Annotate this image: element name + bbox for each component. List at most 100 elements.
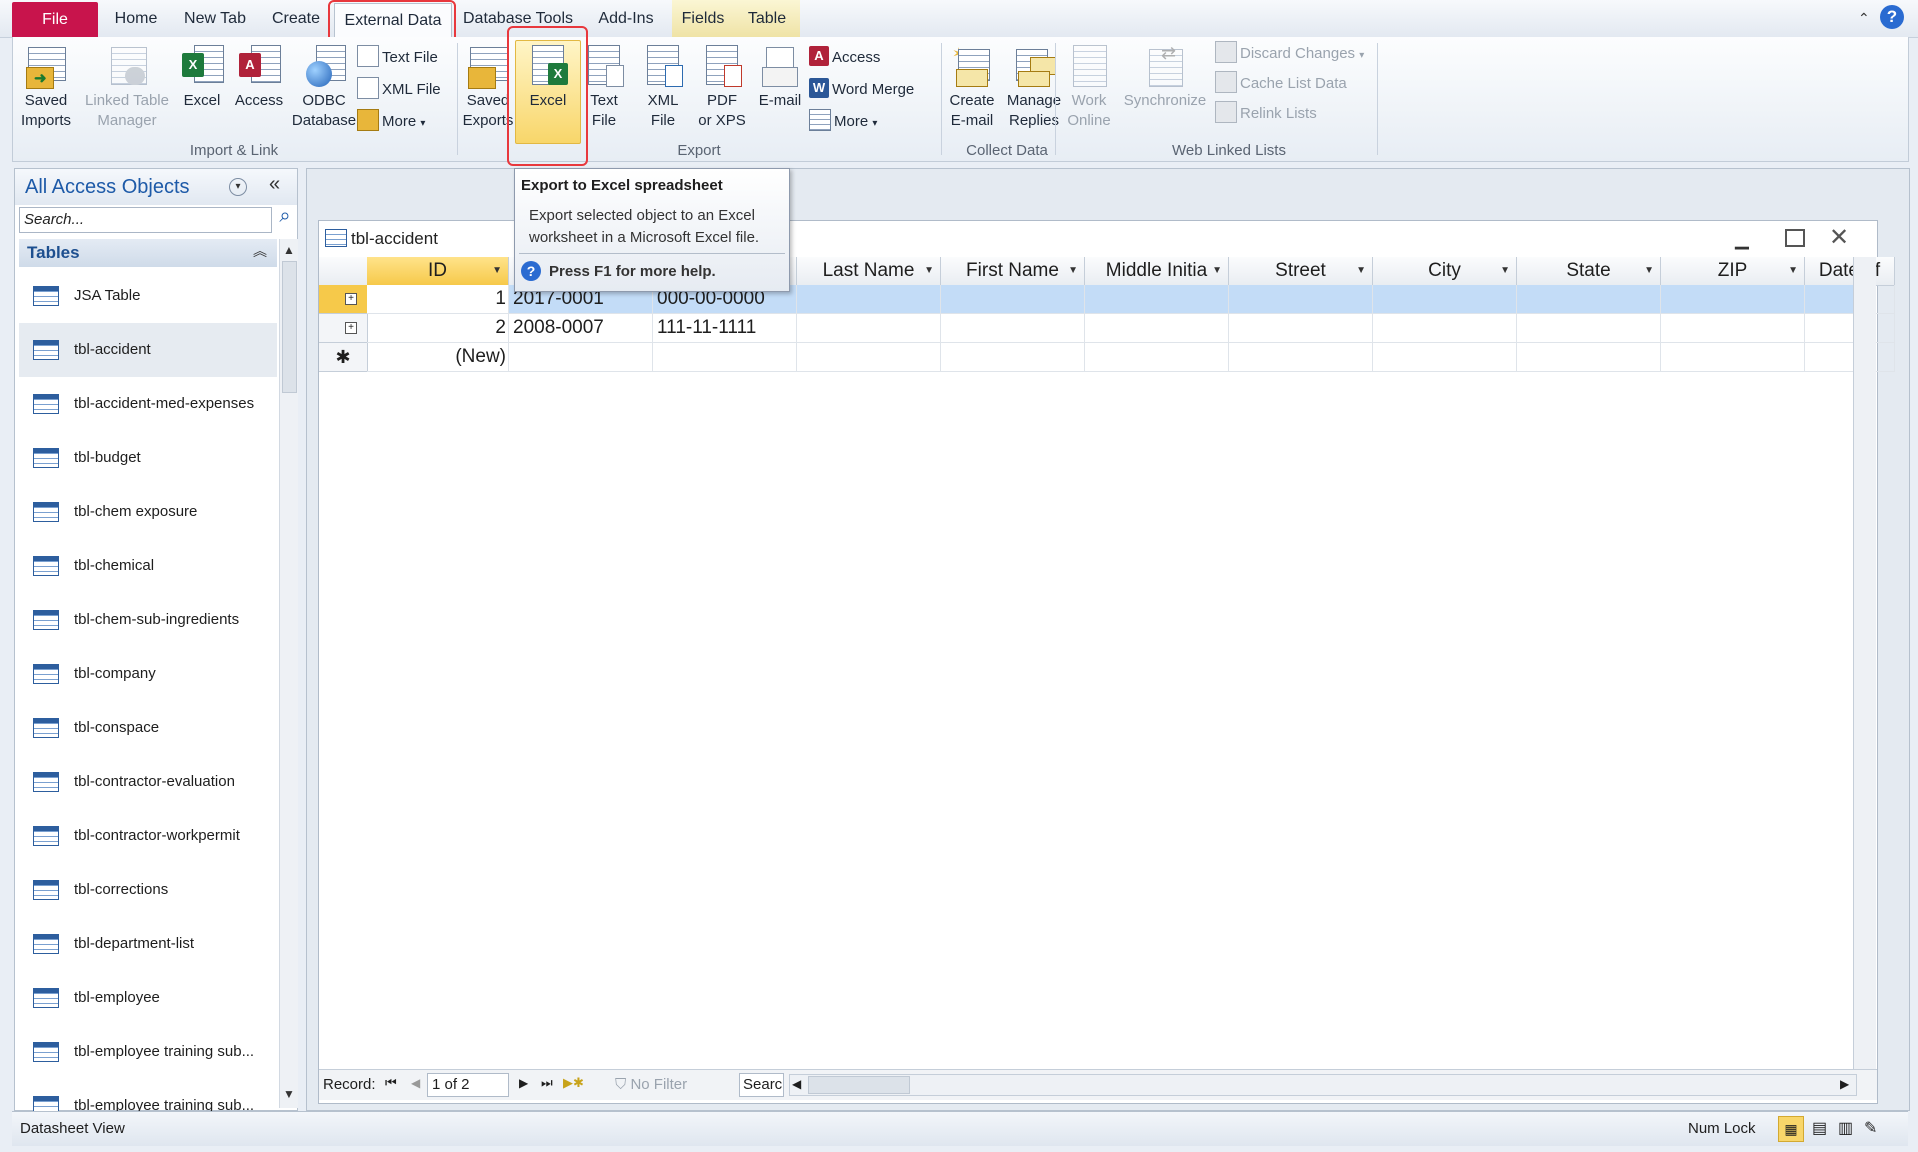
column-filter-dropdown-icon[interactable]: ▼ — [924, 257, 934, 285]
column-filter-dropdown-icon[interactable]: ▼ — [1500, 257, 1510, 285]
help-icon[interactable]: ? — [1880, 5, 1904, 29]
table-cell[interactable]: 111-11-1111 — [653, 314, 797, 343]
nav-search-input[interactable]: Search... — [19, 207, 272, 233]
table-cell[interactable] — [1517, 343, 1661, 372]
export-pdf-button[interactable]: PDF or XPS — [691, 41, 753, 131]
nav-menu-dropdown-icon[interactable]: ▾ — [229, 178, 247, 196]
table-cell[interactable] — [941, 314, 1085, 343]
column-header[interactable]: Date of — [1805, 257, 1895, 286]
nav-item-table[interactable]: tbl-department-list — [19, 917, 277, 971]
record-search-input[interactable]: Search — [739, 1073, 784, 1097]
import-xml-file-button[interactable]: XML File — [357, 77, 441, 103]
import-excel-button[interactable]: X Excel — [177, 41, 227, 111]
new-record-row[interactable]: (New) — [367, 343, 1895, 372]
table-cell[interactable] — [1229, 314, 1373, 343]
relink-lists-button[interactable]: Relink Lists — [1215, 101, 1317, 127]
table-cell[interactable] — [1661, 314, 1805, 343]
nav-item-table[interactable]: tbl-chem exposure — [19, 485, 277, 539]
scroll-up-icon[interactable]: ▲ — [283, 243, 295, 257]
table-cell[interactable] — [1373, 314, 1517, 343]
nav-item-table[interactable]: JSA Table — [19, 269, 277, 323]
nav-item-table[interactable]: tbl-chemical — [19, 539, 277, 593]
tab-database-tools[interactable]: Database Tools — [462, 0, 574, 37]
table-cell[interactable] — [941, 285, 1085, 314]
pivotchart-view-icon[interactable]: ▥ — [1838, 1118, 1853, 1138]
nav-item-table[interactable]: tbl-budget — [19, 431, 277, 485]
tab-create[interactable]: Create — [266, 0, 326, 37]
pivottable-view-icon[interactable]: ▤ — [1812, 1118, 1827, 1138]
nav-item-table[interactable]: tbl-employee training sub... — [19, 1025, 277, 1079]
odbc-database-button[interactable]: ODBC Database — [289, 41, 359, 131]
table-cell[interactable] — [1085, 285, 1229, 314]
tab-new-tab[interactable]: New Tab — [178, 0, 252, 37]
table-cell[interactable] — [1661, 285, 1805, 314]
restore-icon[interactable] — [1785, 229, 1805, 247]
table-cell[interactable]: 2 — [367, 314, 509, 343]
export-email-button[interactable]: E-mail — [755, 41, 805, 111]
table-cell[interactable] — [1805, 285, 1895, 314]
horizontal-scrollbar[interactable]: ◀ ▶ — [789, 1074, 1857, 1096]
expand-subdatasheet-icon[interactable]: + — [345, 322, 357, 334]
record-selector[interactable] — [319, 314, 368, 343]
record-selector[interactable] — [319, 285, 368, 314]
table-cell[interactable] — [1229, 285, 1373, 314]
table-cell[interactable] — [1373, 343, 1517, 372]
tab-home[interactable]: Home — [108, 0, 164, 37]
nav-collapse-icon[interactable]: « — [269, 173, 280, 196]
nav-item-table[interactable]: tbl-employee — [19, 971, 277, 1025]
export-access-button[interactable]: A Access — [809, 45, 880, 71]
column-header[interactable]: First Name ▼ — [941, 257, 1085, 286]
column-header[interactable]: Street ▼ — [1229, 257, 1373, 286]
synchronize-button[interactable]: ⇄ Synchronize — [1119, 41, 1211, 111]
next-record-icon[interactable]: ▶ — [519, 1076, 528, 1090]
import-text-file-button[interactable]: Text File — [357, 45, 438, 71]
table-cell[interactable] — [1517, 285, 1661, 314]
manage-replies-button[interactable]: Manage Replies — [1001, 41, 1067, 131]
select-all-corner[interactable] — [319, 257, 368, 286]
last-record-icon[interactable]: ⏭ — [541, 1075, 553, 1091]
export-excel-button[interactable]: X Excel — [515, 40, 581, 144]
nav-item-table[interactable]: tbl-chem-sub-ingredients — [19, 593, 277, 647]
table-cell[interactable] — [1229, 343, 1373, 372]
column-header[interactable]: City ▼ — [1373, 257, 1517, 286]
nav-item-table[interactable]: tbl-contractor-workpermit — [19, 809, 277, 863]
table-cell[interactable]: 2008-0007 — [509, 314, 653, 343]
horizontal-scroll-thumb[interactable] — [808, 1076, 910, 1094]
column-filter-dropdown-icon[interactable]: ▼ — [1356, 257, 1366, 285]
grid-vertical-scrollbar[interactable] — [1853, 257, 1876, 1069]
export-text-file-button[interactable]: Text File — [581, 41, 627, 131]
nav-title[interactable]: All Access Objects — [25, 176, 190, 199]
word-merge-button[interactable]: W Word Merge — [809, 77, 914, 103]
column-filter-dropdown-icon[interactable]: ▼ — [1788, 257, 1798, 285]
table-cell[interactable]: (New) — [367, 343, 509, 372]
nav-scrollbar[interactable]: ▲ ▼ — [279, 239, 298, 1108]
nav-item-table[interactable]: tbl-corrections — [19, 863, 277, 917]
nav-scroll-thumb[interactable] — [282, 261, 297, 393]
datasheet-view-icon[interactable]: ▦ — [1778, 1116, 1804, 1142]
export-more-button[interactable]: More ▾ — [809, 109, 877, 135]
table-cell[interactable] — [797, 343, 941, 372]
tab-add-ins[interactable]: Add-Ins — [588, 0, 664, 37]
table-cell[interactable] — [1085, 343, 1229, 372]
column-filter-dropdown-icon[interactable]: ▼ — [1644, 257, 1654, 285]
current-record-field[interactable]: 1 of 2 — [427, 1073, 509, 1097]
nav-header[interactable]: All Access Objects ▾ « — [15, 169, 297, 205]
scroll-left-icon[interactable]: ◀ — [792, 1077, 801, 1091]
column-header[interactable]: ZIP ▼ — [1661, 257, 1805, 286]
saved-imports-button[interactable]: ➜ Saved Imports — [15, 41, 77, 131]
close-icon[interactable]: ✕ — [1829, 223, 1849, 252]
nav-item-table[interactable]: tbl-company — [19, 647, 277, 701]
first-record-icon[interactable]: ⏮ — [385, 1075, 397, 1091]
table-cell[interactable] — [1805, 314, 1895, 343]
linked-table-manager-button[interactable]: Linked Table Manager — [79, 41, 175, 131]
nav-item-table[interactable]: tbl-accident-med-expenses — [19, 377, 277, 431]
column-filter-dropdown-icon[interactable]: ▼ — [492, 257, 502, 285]
table-cell[interactable] — [1373, 285, 1517, 314]
nav-section-tables[interactable]: Tables ︽ — [19, 239, 277, 267]
table-row[interactable]: +2 2008-0007 111-11-1111 — [345, 314, 1895, 343]
cache-list-data-button[interactable]: Cache List Data — [1215, 71, 1347, 97]
new-record-selector-icon[interactable]: ✱ — [319, 343, 368, 372]
expand-subdatasheet-icon[interactable]: + — [345, 293, 357, 305]
previous-record-icon[interactable]: ◀ — [411, 1076, 420, 1090]
table-cell[interactable] — [1085, 314, 1229, 343]
